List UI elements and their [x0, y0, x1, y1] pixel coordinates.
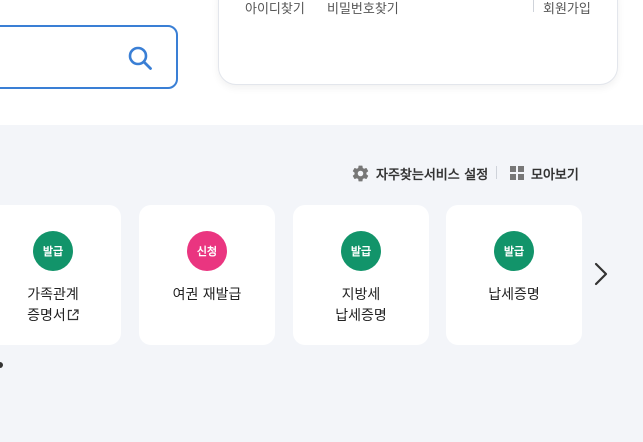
status-badge: 발급 — [341, 231, 381, 271]
card-label-line1: 지방세 — [341, 287, 381, 303]
card-label-line1: 여권 재발급 — [172, 287, 242, 303]
external-link-icon — [67, 309, 79, 321]
divider — [496, 166, 497, 179]
gear-icon — [352, 165, 369, 181]
find-id-link[interactable]: 아이디찾기 — [245, 0, 305, 17]
status-badge: 신청 — [187, 231, 227, 271]
settings-button[interactable]: 자주찾는서비스 설정 — [351, 163, 488, 183]
service-card-family-certificate[interactable]: 발급 가족관계 증명서 — [0, 205, 121, 345]
chevron-right-icon[interactable] — [592, 261, 610, 287]
view-all-label: 모아보기 — [531, 167, 579, 183]
card-label-line2: 증명서 — [0, 306, 121, 327]
find-password-link[interactable]: 비밀번호찾기 — [327, 0, 399, 17]
service-card-local-tax-certificate[interactable]: 발급 지방세 납세증명 — [293, 205, 429, 345]
divider — [533, 0, 534, 12]
service-card-tax-certificate[interactable]: 발급 납세증명 — [446, 205, 582, 345]
status-badge: 발급 — [494, 231, 534, 271]
card-label-line1: 가족관계 — [27, 287, 79, 303]
status-badge: 발급 — [33, 231, 73, 271]
service-card-passport-reissue[interactable]: 신청 여권 재발급 — [139, 205, 275, 345]
card-label: 납세증명 — [446, 285, 582, 306]
login-card: 아이디찾기 비밀번호찾기 회원가입 — [218, 0, 618, 85]
card-label: 가족관계 증명서 — [0, 285, 121, 327]
card-label: 지방세 납세증명 — [293, 285, 429, 327]
card-label-line2: 납세증명 — [335, 308, 387, 324]
card-label-line1: 납세증명 — [488, 287, 540, 303]
card-label: 여권 재발급 — [139, 285, 275, 306]
signup-link[interactable]: 회원가입 — [543, 0, 591, 17]
search-icon[interactable] — [127, 45, 153, 71]
grid-icon — [510, 166, 524, 180]
settings-label: 자주찾는서비스 설정 — [376, 167, 489, 183]
view-all-button[interactable]: 모아보기 — [510, 163, 579, 183]
